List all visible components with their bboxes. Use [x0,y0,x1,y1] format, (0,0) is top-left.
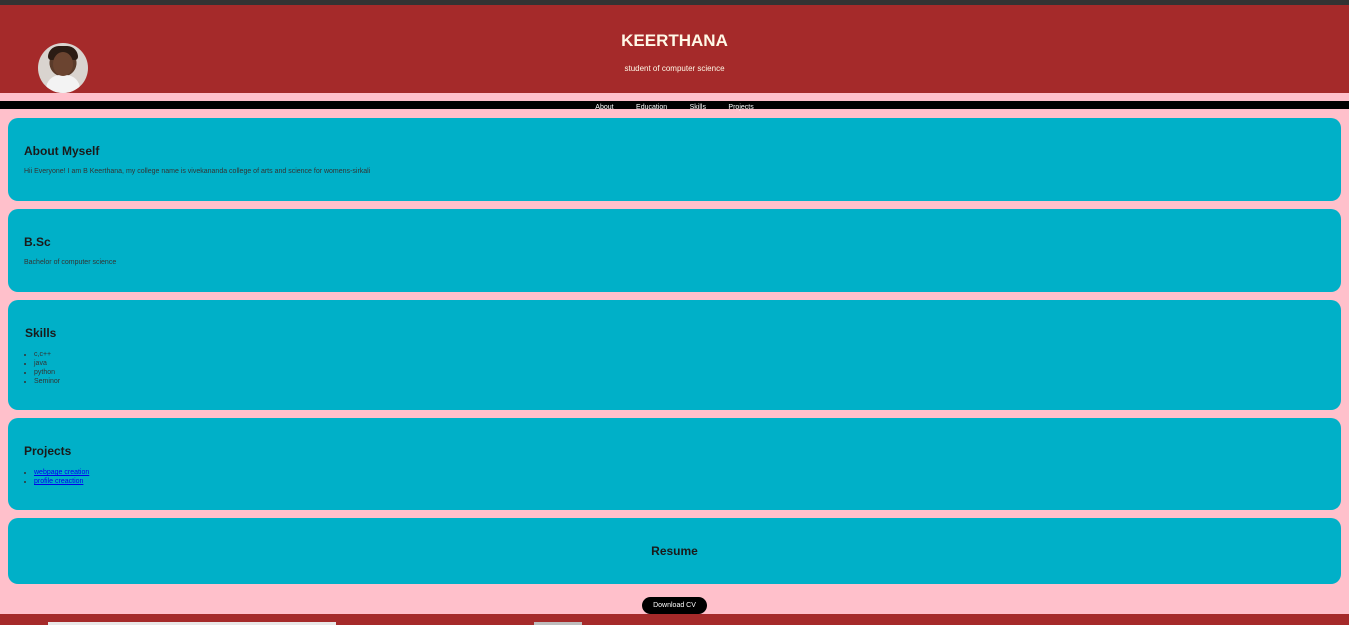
skills-heading: Skills [25,326,57,340]
download-cv-button[interactable]: Download CV [642,597,707,614]
avatar-shirt [46,75,80,93]
profile-header: KEERTHANA student of computer science [0,5,1349,93]
about-heading: About Myself [24,144,100,158]
education-text: Bachelor of computer science [24,259,117,266]
main-nav: About Education Skills Projects [0,101,1349,111]
projects-list: webpage creation profile creaction [24,468,89,486]
education-heading: B.Sc [24,235,51,249]
education-section: B.Sc Bachelor of computer science [8,209,1341,292]
project-link-webpage[interactable]: webpage creation [34,469,89,476]
skill-item: c,c++ [34,350,60,359]
profile-subtitle: student of computer science [624,64,725,73]
skills-list: c,c++ java python Seminor [24,350,60,386]
skill-item: python [34,368,60,377]
project-link-profile[interactable]: profile creaction [34,478,83,485]
resume-heading: Resume [651,544,698,558]
projects-section: Projects webpage creation profile creact… [8,418,1341,510]
about-section: About Myself Hii Everyone! I am B Keerth… [8,118,1341,201]
nav-link-skills[interactable]: Skills [690,104,706,111]
resume-section: Resume [8,518,1341,584]
nav-link-education[interactable]: Education [636,104,667,111]
skill-item: Seminor [34,377,60,386]
projects-heading: Projects [24,444,72,458]
project-item: profile creaction [34,477,89,486]
project-item: webpage creation [34,468,89,477]
nav-link-about[interactable]: About [595,104,613,111]
profile-name: KEERTHANA [621,31,728,50]
nav-link-projects[interactable]: Projects [728,104,753,111]
skill-item: java [34,359,60,368]
about-text: Hii Everyone! I am B Keerthana, my colle… [24,168,371,175]
skills-section: Skills c,c++ java python Seminor [8,300,1341,410]
